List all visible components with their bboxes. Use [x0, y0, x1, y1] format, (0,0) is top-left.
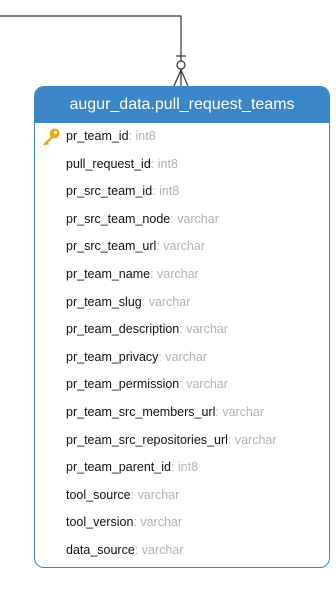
field-row[interactable]: pr_team_description: varchar [35, 316, 329, 344]
field-type: int8 [159, 184, 180, 199]
field-type: varchar [140, 515, 183, 530]
field-name: pr_team_name [66, 266, 151, 281]
field-separator: : [130, 487, 138, 502]
field-name: pr_team_permission [66, 377, 180, 392]
field-type: varchar [186, 322, 228, 337]
primary-key-icon [43, 128, 60, 146]
field-separator: : [227, 432, 235, 447]
field-type: varchar [157, 266, 199, 281]
field-row[interactable]: pr_team_src_repositories_url: varchar [35, 427, 329, 455]
field-row[interactable]: pr_team_parent_id: int8 [35, 454, 329, 482]
field-row[interactable]: pr_team_privacy: varchar [35, 344, 329, 372]
field-name: pr_team_parent_id [66, 460, 171, 475]
field-name: pr_team_src_repositories_url [66, 432, 228, 447]
field-separator: : [150, 266, 158, 281]
field-type: varchar [137, 487, 180, 502]
field-row[interactable]: pr_src_team_node: varchar [35, 206, 329, 234]
field-name: pr_src_team_url [66, 239, 157, 254]
field-type: varchar [165, 349, 208, 364]
field-type: int8 [157, 156, 178, 171]
field-type: varchar [186, 377, 228, 392]
field-type: varchar [141, 542, 184, 557]
field-separator: : [134, 542, 142, 557]
field-row[interactable]: pr_src_team_url: varchar [35, 233, 329, 261]
field-separator: : [141, 294, 149, 309]
field-row[interactable]: data_source: varchar [35, 537, 329, 565]
field-separator: : [150, 156, 158, 171]
field-name: pr_team_id [66, 129, 129, 143]
field-type: varchar [222, 404, 264, 419]
field-list: pr_team_id: int8 pull_request_id: int8 pr_… [35, 123, 329, 568]
field-row[interactable]: pr_team_name: varchar [35, 261, 329, 289]
field-name: pr_team_privacy [66, 349, 159, 364]
field-separator: : [170, 460, 178, 475]
field-type: varchar [177, 211, 219, 226]
entity-table[interactable]: augur_data.pull_request_teams pr_team_id… [34, 86, 330, 568]
field-row[interactable]: pr_team_slug: varchar [35, 289, 329, 317]
field-type: int8 [177, 460, 199, 475]
field-name: tool_version [66, 515, 134, 530]
field-name: pull_request_id [66, 156, 151, 171]
field-row[interactable]: tool_source: varchar [35, 482, 329, 510]
field-row[interactable]: pull_request_id: int8 [35, 151, 329, 179]
cardinality-zero-circle [176, 60, 186, 70]
field-type: varchar [163, 239, 205, 254]
relationship-connector [0, 15, 189, 87]
field-name: pr_team_src_members_url [66, 404, 216, 419]
entity-title: augur_data.pull_request_teams [35, 87, 329, 123]
field-name: pr_src_team_node [66, 211, 171, 226]
field-name: pr_team_description [66, 322, 180, 337]
field-row[interactable]: pr_team_src_members_url: varchar [35, 399, 329, 427]
field-type: varchar [148, 294, 191, 309]
field-type: int8 [135, 129, 156, 143]
field-name: pr_src_team_id [66, 184, 153, 199]
field-row[interactable]: tool_version: varchar [35, 509, 329, 537]
relationship-line [0, 15, 182, 86]
field-name: data_source [66, 542, 135, 557]
field-row[interactable]: pr_src_team_id: int8 [35, 178, 329, 206]
field-name: pr_team_slug [66, 294, 142, 309]
field-type: varchar [234, 432, 277, 447]
field-row[interactable]: data_collection_date: timestamp(0) [35, 565, 329, 568]
field-row[interactable]: pr_team_id: int8 [35, 123, 329, 151]
field-name: tool_source [66, 487, 131, 502]
field-separator: : [128, 129, 136, 143]
field-row[interactable]: pr_team_permission: varchar [35, 371, 329, 399]
